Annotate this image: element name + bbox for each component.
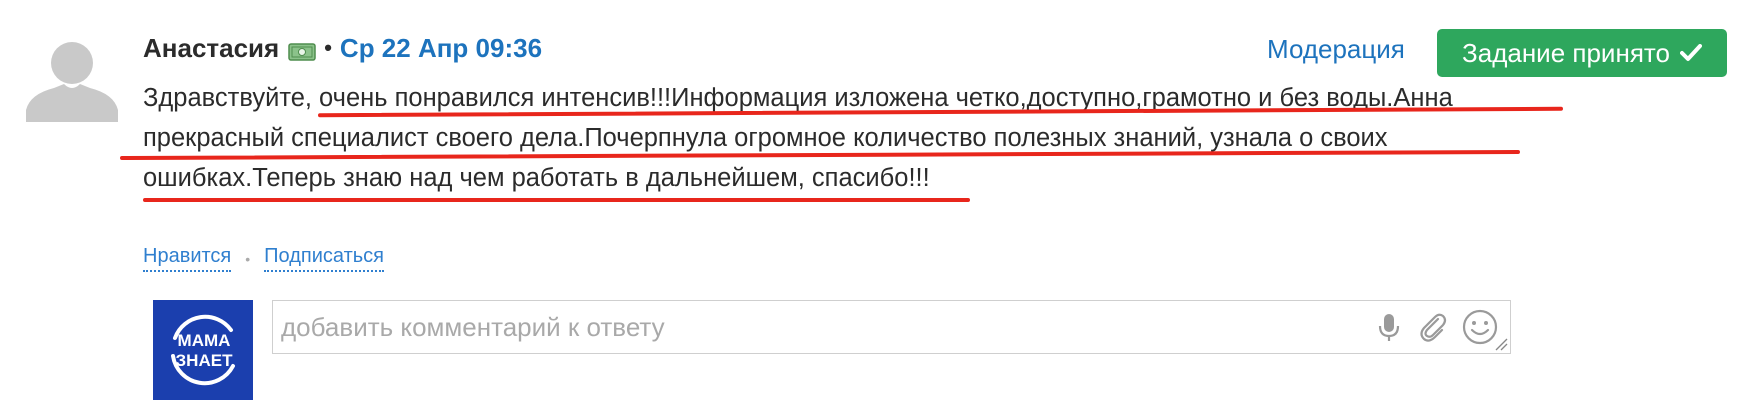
- post-date[interactable]: Ср 22 Апр 09:36: [340, 33, 542, 64]
- task-accepted-label: Задание принято: [1462, 37, 1670, 68]
- header-separator: •: [324, 35, 332, 60]
- like-link[interactable]: Нравится: [143, 245, 232, 272]
- resize-handle[interactable]: [1494, 337, 1508, 351]
- subscribe-link[interactable]: Подписаться: [264, 245, 384, 272]
- logo-text-bottom: ЗНАЕТ: [176, 351, 234, 370]
- checkmark-icon: [1679, 44, 1702, 61]
- post-actions: Нравится • Подписаться: [143, 245, 384, 272]
- logo-text-top: МАМА: [178, 331, 231, 350]
- user-avatar[interactable]: [26, 30, 118, 122]
- post-body: Здравствуйте, очень понравился интенсив!…: [143, 78, 1603, 198]
- highlight-underline: [143, 198, 970, 202]
- money-bill-icon: [288, 38, 316, 61]
- comment-box: [272, 300, 1511, 354]
- mama-znaet-logo: МАМА ЗНАЕТ: [153, 300, 253, 400]
- author-name[interactable]: Анастасия: [143, 33, 279, 64]
- user-silhouette-icon: [26, 42, 118, 122]
- paperclip-icon[interactable]: [1416, 310, 1450, 344]
- post-header: Анастасия • Ср 22 Апр 09:36: [143, 30, 542, 66]
- task-accepted-button[interactable]: Задание принято: [1437, 29, 1727, 77]
- post-body-line: ошибках.Теперь знаю над чем работать в д…: [143, 164, 930, 192]
- comment-input[interactable]: [281, 301, 1361, 353]
- moderation-link[interactable]: Модерация: [1267, 34, 1405, 65]
- microphone-icon[interactable]: [1372, 310, 1406, 344]
- actions-separator: •: [245, 250, 251, 267]
